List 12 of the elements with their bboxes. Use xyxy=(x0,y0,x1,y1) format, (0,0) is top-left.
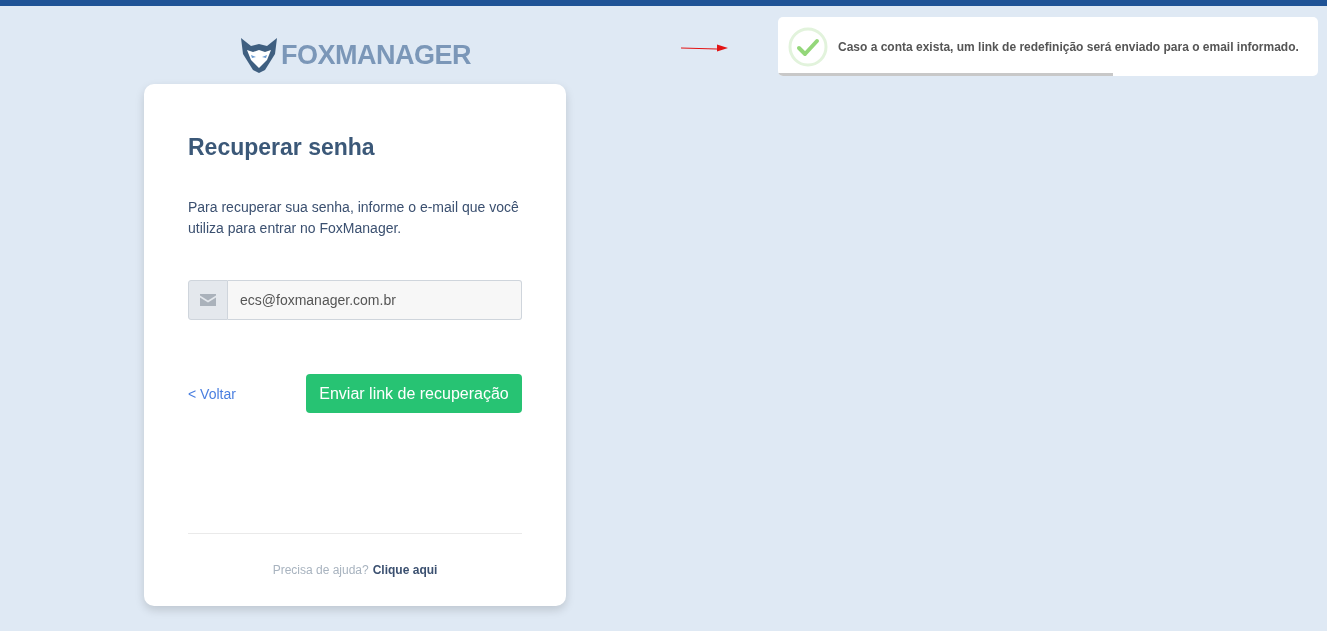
envelope-icon xyxy=(200,294,216,306)
email-field[interactable]: ecs@foxmanager.com.br xyxy=(228,280,522,320)
help-text: Precisa de ajuda? xyxy=(272,563,369,577)
back-link[interactable]: < Voltar xyxy=(188,385,236,402)
description: Para recuperar sua senha, informe o e-mail que você utiliza para entrar no FoxManager. xyxy=(188,198,520,238)
page-title: Recuperar senha xyxy=(188,134,376,161)
fox-icon xyxy=(239,36,279,74)
arrow-icon xyxy=(681,43,729,53)
help-link[interactable]: Clique aqui xyxy=(372,563,438,577)
notification-message: Caso a conta exista, um link de redefinição será enviado para o email informado. xyxy=(838,39,1299,54)
logo-text: FOXMANAGER xyxy=(281,39,471,71)
checkmark-icon xyxy=(788,26,828,67)
